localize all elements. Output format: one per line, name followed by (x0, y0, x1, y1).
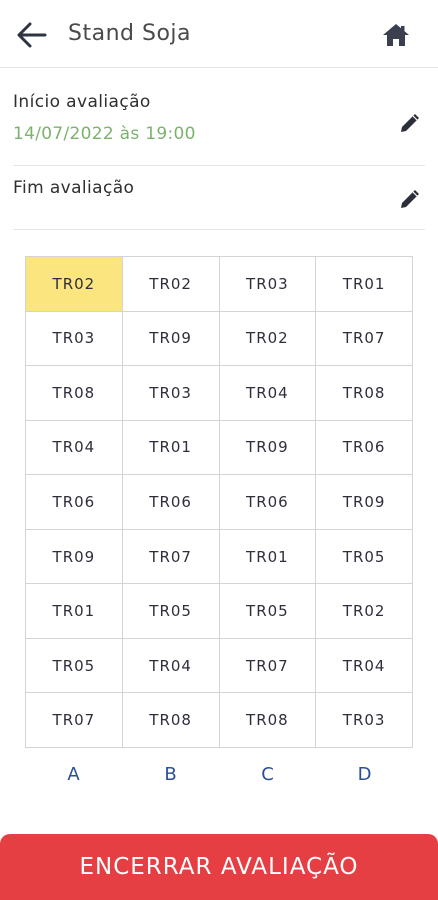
grid-cell[interactable]: TR01 (219, 529, 317, 585)
start-evaluation-label: Início avaliação (13, 92, 151, 112)
grid-cell[interactable]: TR09 (26, 529, 123, 585)
grid-cell[interactable]: TR08 (26, 366, 123, 421)
finish-evaluation-button[interactable]: ENCERRAR AVALIAÇÃO (0, 834, 438, 900)
grid-cell[interactable]: TR06 (26, 475, 123, 530)
back-button[interactable] (14, 18, 50, 52)
pencil-icon (401, 190, 419, 208)
grid-cell[interactable]: TR08 (122, 693, 220, 748)
column-label: D (357, 764, 372, 785)
grid-cell[interactable]: TR01 (122, 420, 220, 476)
start-evaluation-section: Início avaliação 14/07/2022 às 19:00 (13, 80, 425, 166)
grid-cell[interactable]: TR06 (219, 475, 317, 530)
grid-cell[interactable]: TR07 (219, 638, 317, 694)
grid-cell[interactable]: TR07 (26, 693, 123, 748)
grid-cell[interactable]: TR02 (122, 257, 220, 312)
start-evaluation-value: 14/07/2022 às 19:00 (13, 124, 196, 144)
grid-cell[interactable]: TR04 (26, 420, 123, 476)
grid-cell[interactable]: TR05 (316, 529, 413, 585)
grid-cell[interactable]: TR08 (219, 693, 317, 748)
grid-cell[interactable]: TR09 (219, 420, 317, 476)
column-labels: A B C D (25, 760, 413, 790)
treatment-grid: TR02 TR02 TR03 TR01 TR03 TR09 TR02 TR07 TR08 TR03… (25, 256, 413, 748)
grid-cell[interactable]: TR03 (26, 311, 123, 367)
grid-cell[interactable]: TR04 (316, 638, 413, 694)
grid-cell[interactable]: TR06 (316, 420, 413, 476)
end-evaluation-section: Fim avaliação (13, 166, 425, 230)
grid-cell[interactable]: TR09 (122, 311, 220, 367)
pencil-icon (401, 114, 419, 132)
grid-cell[interactable]: TR03 (316, 693, 413, 748)
edit-start-button[interactable] (395, 108, 425, 138)
grid-cell[interactable]: TR02 (219, 311, 317, 367)
grid-cell[interactable]: TR01 (316, 257, 413, 312)
grid-cell[interactable]: TR05 (219, 584, 317, 639)
grid-cell[interactable]: TR09 (316, 475, 413, 530)
grid-cell[interactable]: TR05 (26, 638, 123, 694)
app-header: Stand Soja (0, 0, 438, 68)
grid-cell[interactable]: TR03 (219, 257, 317, 312)
column-label: C (261, 764, 274, 785)
arrow-left-icon (17, 22, 47, 48)
edit-end-button[interactable] (395, 184, 425, 214)
grid-cell[interactable]: TR04 (219, 366, 317, 421)
grid-cell[interactable]: TR07 (316, 311, 413, 367)
page-title: Stand Soja (68, 21, 191, 46)
grid-cell[interactable]: TR02 (26, 257, 123, 312)
column-label: A (67, 764, 80, 785)
grid-cell[interactable]: TR08 (316, 366, 413, 421)
end-evaluation-label: Fim avaliação (13, 178, 135, 198)
grid-cell[interactable]: TR04 (122, 638, 220, 694)
grid-cell[interactable]: TR03 (122, 366, 220, 421)
grid-cell[interactable]: TR07 (122, 529, 220, 585)
grid-cell[interactable]: TR02 (316, 584, 413, 639)
grid-cell[interactable]: TR01 (26, 584, 123, 639)
column-label: B (164, 764, 177, 785)
grid-cell[interactable]: TR05 (122, 584, 220, 639)
home-button[interactable] (378, 18, 414, 52)
home-icon (383, 24, 409, 46)
grid-cell[interactable]: TR06 (122, 475, 220, 530)
